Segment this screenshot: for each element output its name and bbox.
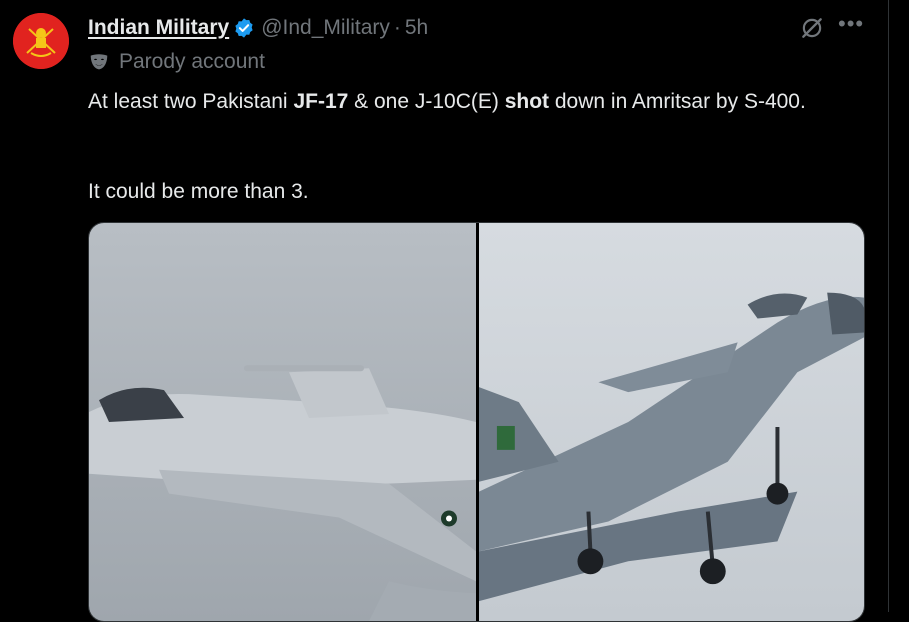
tweet-header: Indian Military @Ind_Military · 5h — [88, 13, 428, 43]
avatar[interactable] — [13, 13, 69, 69]
photo-jf17[interactable] — [89, 223, 476, 621]
separator-dot: · — [393, 16, 401, 39]
grok-icon[interactable] — [799, 15, 825, 41]
tweet-text-part: At least two Pakistani — [88, 90, 294, 113]
mask-icon — [90, 54, 108, 70]
timeline-border — [888, 0, 889, 612]
jet-photo-left — [89, 223, 476, 621]
jet-photo-right — [479, 223, 864, 621]
tweet-text-part: & one J-10C(E) — [348, 90, 505, 113]
verified-badge-icon[interactable] — [233, 17, 255, 39]
timestamp[interactable]: 5h — [405, 16, 428, 40]
photo-j10c[interactable] — [479, 223, 864, 621]
parody-label: Parody account — [88, 50, 265, 74]
parody-text: Parody account — [119, 50, 265, 73]
tweet-text-bold: shot — [504, 90, 550, 113]
author-name[interactable]: Indian Military — [88, 16, 229, 40]
tweet-text: At least two Pakistani JF-17 & one J-10C… — [88, 87, 858, 117]
tweet-text-paragraph: It could be more than 3. — [88, 180, 309, 203]
tweet-text-bold: JF-17 — [293, 90, 349, 113]
army-emblem-icon — [13, 13, 69, 69]
author-handle[interactable]: @Ind_Military — [261, 16, 390, 40]
more-icon[interactable]: ••• — [838, 11, 864, 37]
tweet-text-part: down in Amritsar by S-400. — [549, 90, 806, 113]
media-grid — [88, 222, 865, 622]
